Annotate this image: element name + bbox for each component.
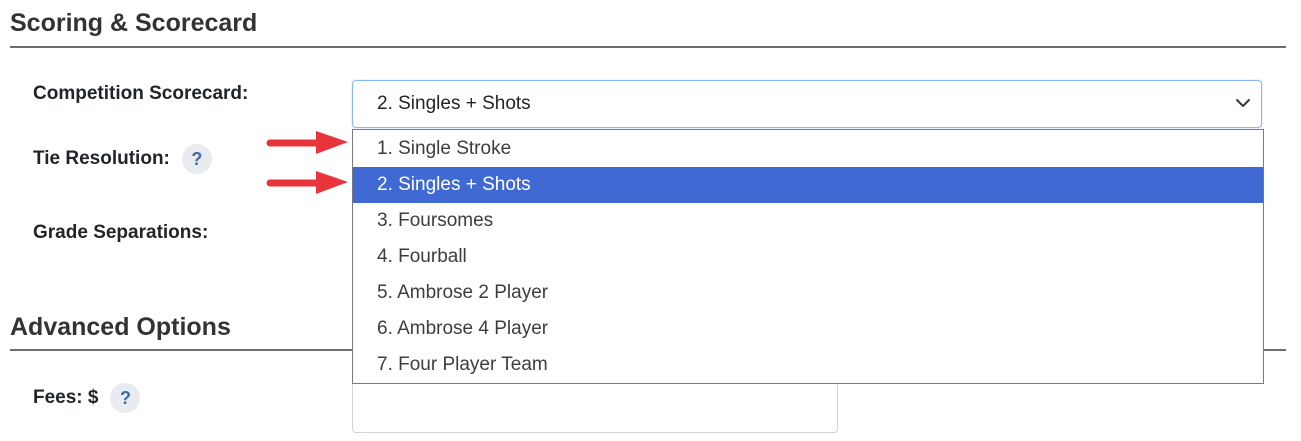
dropdown-option-singles-shots[interactable]: 2. Singles + Shots (353, 167, 1263, 203)
grade-separations-label: Grade Separations: (33, 222, 208, 244)
dropdown-option-foursomes[interactable]: 3. Foursomes (353, 203, 1263, 239)
tie-resolution-label-text: Tie Resolution: (33, 148, 170, 169)
scorecard-dropdown-list: 1. Single Stroke 2. Singles + Shots 3. F… (352, 129, 1264, 384)
tie-resolution-help-icon[interactable]: ? (181, 144, 212, 174)
section-title-advanced: Advanced Options (10, 313, 231, 341)
fees-label-text: Fees: $ (33, 387, 99, 408)
dropdown-option-fourball[interactable]: 4. Fourball (353, 239, 1263, 275)
dropdown-option-ambrose-2-player[interactable]: 5. Ambrose 2 Player (353, 275, 1263, 311)
fees-input[interactable] (352, 382, 838, 433)
section-title-scoring: Scoring & Scorecard (10, 9, 258, 37)
competition-scorecard-label: Competition Scorecard: (33, 83, 248, 105)
red-arrow-icon (266, 131, 348, 154)
dropdown-option-ambrose-4-player[interactable]: 6. Ambrose 4 Player (353, 311, 1263, 347)
fees-help-icon[interactable]: ? (110, 383, 141, 413)
tie-resolution-label: Tie Resolution: ? (33, 144, 212, 174)
red-arrow-icon (266, 171, 348, 194)
competition-scorecard-select[interactable]: 2. Singles + Shots (352, 80, 1262, 128)
dropdown-option-four-player-team[interactable]: 7. Four Player Team (353, 347, 1263, 383)
select-current-value: 2. Singles + Shots (377, 93, 531, 114)
grade-separations-label-text: Grade Separations: (33, 222, 209, 243)
section-divider (10, 46, 1286, 48)
chevron-down-icon (1236, 99, 1250, 107)
dropdown-option-single-stroke[interactable]: 1. Single Stroke (353, 131, 1263, 167)
competition-scorecard-label-text: Competition Scorecard: (33, 83, 249, 104)
fees-label: Fees: $ ? (33, 383, 141, 413)
